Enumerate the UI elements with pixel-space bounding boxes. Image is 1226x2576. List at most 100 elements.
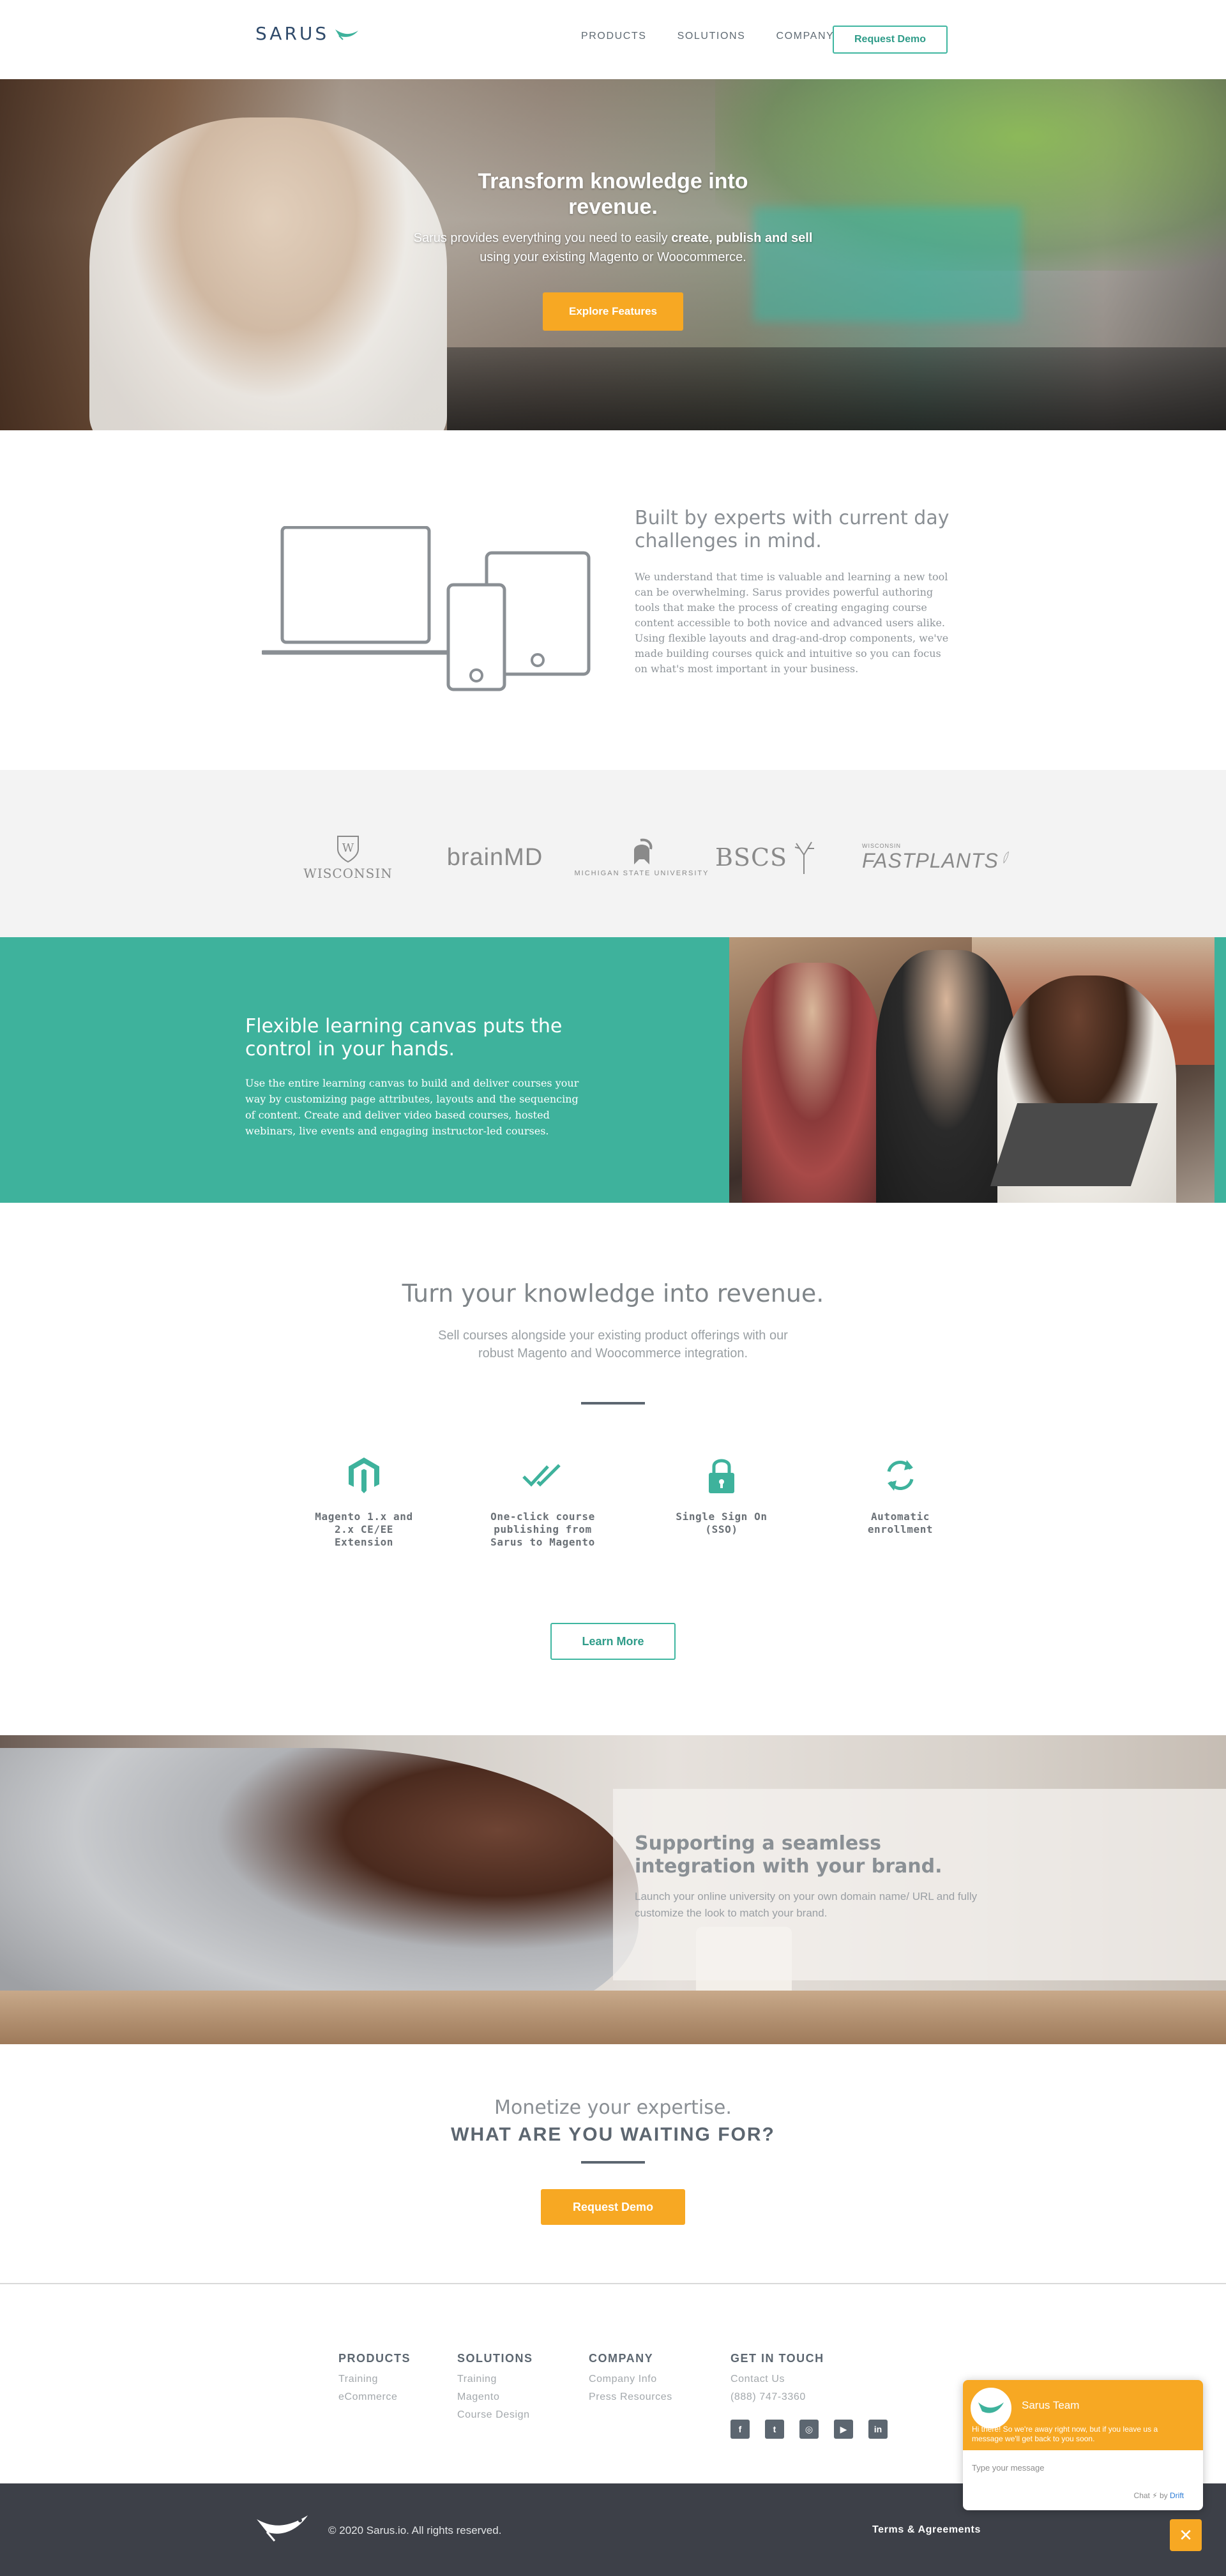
hero-sub-bold: create, publish	[671, 231, 762, 245]
university-crest-icon: W	[337, 836, 359, 863]
fastplants-prefix: WISCONSIN	[862, 842, 902, 849]
footer-link[interactable]: Contact Us	[730, 2370, 824, 2388]
feature-label: One-click course publishing from Sarus t…	[490, 1510, 595, 1548]
instagram-icon[interactable]: ◎	[799, 2420, 819, 2439]
avatar	[971, 2388, 1011, 2429]
feature-sso: Single Sign On (SSO)	[632, 1453, 811, 1549]
powered-by-text: Chat ⚡ by	[1133, 2491, 1170, 2500]
fastplants-wordmark: WISCONSIN FASTPLANTS	[862, 843, 999, 873]
footer-link[interactable]: Magento	[457, 2388, 533, 2406]
feature-label: Single Sign On (SSO)	[676, 1510, 768, 1535]
double-check-icon	[522, 1453, 563, 1498]
hero-subtitle: Sarus provides everything you need to ea…	[409, 229, 817, 267]
brainmd-logo-icon: brainMD	[446, 843, 543, 871]
hero-title: Transform knowledge into revenue.	[478, 169, 748, 219]
logo-text: SARUS	[255, 23, 329, 44]
flexible-title: Flexible learning canvas puts the contro…	[245, 1015, 563, 1060]
footer-link[interactable]: Press Resources	[589, 2388, 672, 2406]
experts-section: Built by experts with current day challe…	[0, 430, 1226, 770]
partner-bscs[interactable]: BSCS	[715, 840, 862, 875]
footer-link[interactable]: Course Design	[457, 2406, 533, 2424]
chat-powered-by[interactable]: Chat ⚡ by Drift	[1134, 2491, 1184, 2500]
experts-text: Built by experts with current day challe…	[635, 507, 954, 677]
students-photo	[729, 937, 1215, 1203]
hero-sub-bold: and sell	[764, 231, 813, 245]
partner-brainmd[interactable]: brainMD	[421, 844, 568, 871]
learn-more-button[interactable]: Learn More	[550, 1623, 676, 1660]
refresh-icon	[884, 1453, 917, 1498]
footer-link[interactable]: eCommerce	[338, 2388, 411, 2406]
support-overlay	[613, 1789, 1226, 1980]
support-title: Supporting a seamless integration with y…	[635, 1832, 942, 1878]
flexible-body: Use the entire learning canvas to build …	[245, 1077, 579, 1137]
spartan-helmet-icon	[634, 838, 653, 864]
photo-person	[742, 963, 882, 1203]
revenue-title: Turn your knowledge into revenue.	[402, 1279, 824, 1307]
footer-col-solutions: SOLUTIONS Training Magento Course Design	[457, 2352, 533, 2424]
cta-tagline: Monetize your expertise.	[494, 2097, 732, 2119]
lock-icon	[706, 1453, 737, 1498]
nav-link-solutions[interactable]: SOLUTIONS	[677, 31, 746, 42]
linkedin-icon[interactable]: in	[868, 2420, 888, 2439]
chat-widget[interactable]: Sarus Team Hi there! So we're away right…	[963, 2380, 1203, 2510]
phone-number[interactable]: (888) 747-3360	[730, 2388, 824, 2406]
cta-heading: WHAT ARE YOU WAITING FOR?	[451, 2124, 775, 2145]
footer-col-company: COMPANY Company Info Press Resources	[589, 2352, 672, 2406]
hero-photo-street	[447, 347, 1226, 430]
feature-enrollment: Automatic enrollment	[811, 1453, 990, 1549]
close-icon[interactable]: ✕	[1170, 2519, 1202, 2551]
feature-list: Magento 1.x and 2.x CE/EE Extension One-…	[275, 1453, 990, 1549]
explore-features-button[interactable]: Explore Features	[543, 292, 683, 331]
footer-link[interactable]: Company Info	[589, 2370, 672, 2388]
copyright: © 2020 Sarus.io. All rights reserved.	[328, 2524, 502, 2536]
photo-laptop	[990, 1103, 1158, 1186]
teal-edge	[1215, 937, 1226, 1203]
cta-section: Monetize your expertise. WHAT ARE YOU WA…	[0, 2044, 1226, 2283]
nav-link-products[interactable]: PRODUCTS	[581, 31, 647, 42]
devices-icon	[262, 526, 591, 691]
footer-heading: PRODUCTS	[338, 2352, 411, 2365]
request-demo-button[interactable]: Request Demo	[833, 26, 948, 54]
partner-fastplants[interactable]: WISCONSIN FASTPLANTS	[862, 840, 1009, 875]
partner-michigan-state[interactable]: MICHIGAN STATE UNIVERSITY	[568, 838, 715, 877]
deer-antler-icon	[794, 841, 815, 874]
support-body: Launch your online university on your ow…	[635, 1890, 978, 1919]
partner-name: WISCONSIN	[303, 866, 393, 881]
footer-link[interactable]: Training	[457, 2370, 533, 2388]
logo-row: W WISCONSIN brainMD MICHIGAN STATE UNIVE…	[275, 834, 1009, 881]
twitter-icon[interactable]: t	[765, 2420, 784, 2439]
bird-icon	[978, 2402, 1004, 2413]
request-demo-button[interactable]: Request Demo	[541, 2189, 685, 2225]
bird-icon	[335, 29, 359, 40]
hero-sub-text: Sarus provides everything you need to ea…	[413, 231, 672, 245]
youtube-icon[interactable]: ▶	[834, 2420, 853, 2439]
footer-heading: SOLUTIONS	[457, 2352, 533, 2365]
drift-brand: Drift	[1170, 2491, 1184, 2500]
leaf-icon	[1003, 851, 1009, 864]
svg-text:W: W	[342, 841, 354, 855]
photo-desk	[0, 1991, 1226, 2044]
terms-link[interactable]: Terms & Agreements	[872, 2524, 981, 2536]
partner-name: BSCS	[715, 843, 788, 871]
nav-link-company[interactable]: COMPANY	[776, 31, 834, 42]
facebook-icon[interactable]: f	[730, 2420, 750, 2439]
top-nav: SARUS PRODUCTS SOLUTIONS COMPANY Request…	[0, 0, 1226, 79]
experts-body: We understand that time is valuable and …	[635, 571, 949, 675]
divider	[581, 1402, 645, 1405]
partner-wisconsin[interactable]: W WISCONSIN	[275, 834, 421, 881]
chat-input[interactable]: Type your message	[972, 2463, 1044, 2473]
feature-publishing: One-click course publishing from Sarus t…	[453, 1453, 632, 1549]
photo-person	[876, 950, 1017, 1203]
experts-title: Built by experts with current day challe…	[635, 507, 950, 552]
hero-content: Transform knowledge into revenue. Sarus …	[0, 169, 1226, 331]
partner-logos: W WISCONSIN brainMD MICHIGAN STATE UNIVE…	[0, 770, 1226, 937]
feature-label: Magento 1.x and 2.x CE/EE Extension	[315, 1510, 413, 1548]
footer-heading: COMPANY	[589, 2352, 654, 2365]
sarus-logo[interactable]: SARUS	[255, 23, 359, 44]
support-section: Supporting a seamless integration with y…	[0, 1735, 1226, 2044]
chat-message: Hi there! So we're away right now, but i…	[972, 2425, 1158, 2443]
footer-link[interactable]: Training	[338, 2370, 411, 2388]
hero-sub-text: using your existing Magento or Woocommer…	[480, 250, 746, 264]
nav-links: PRODUCTS SOLUTIONS COMPANY	[581, 31, 865, 42]
chat-header: Sarus Team Hi there! So we're away right…	[963, 2380, 1203, 2450]
